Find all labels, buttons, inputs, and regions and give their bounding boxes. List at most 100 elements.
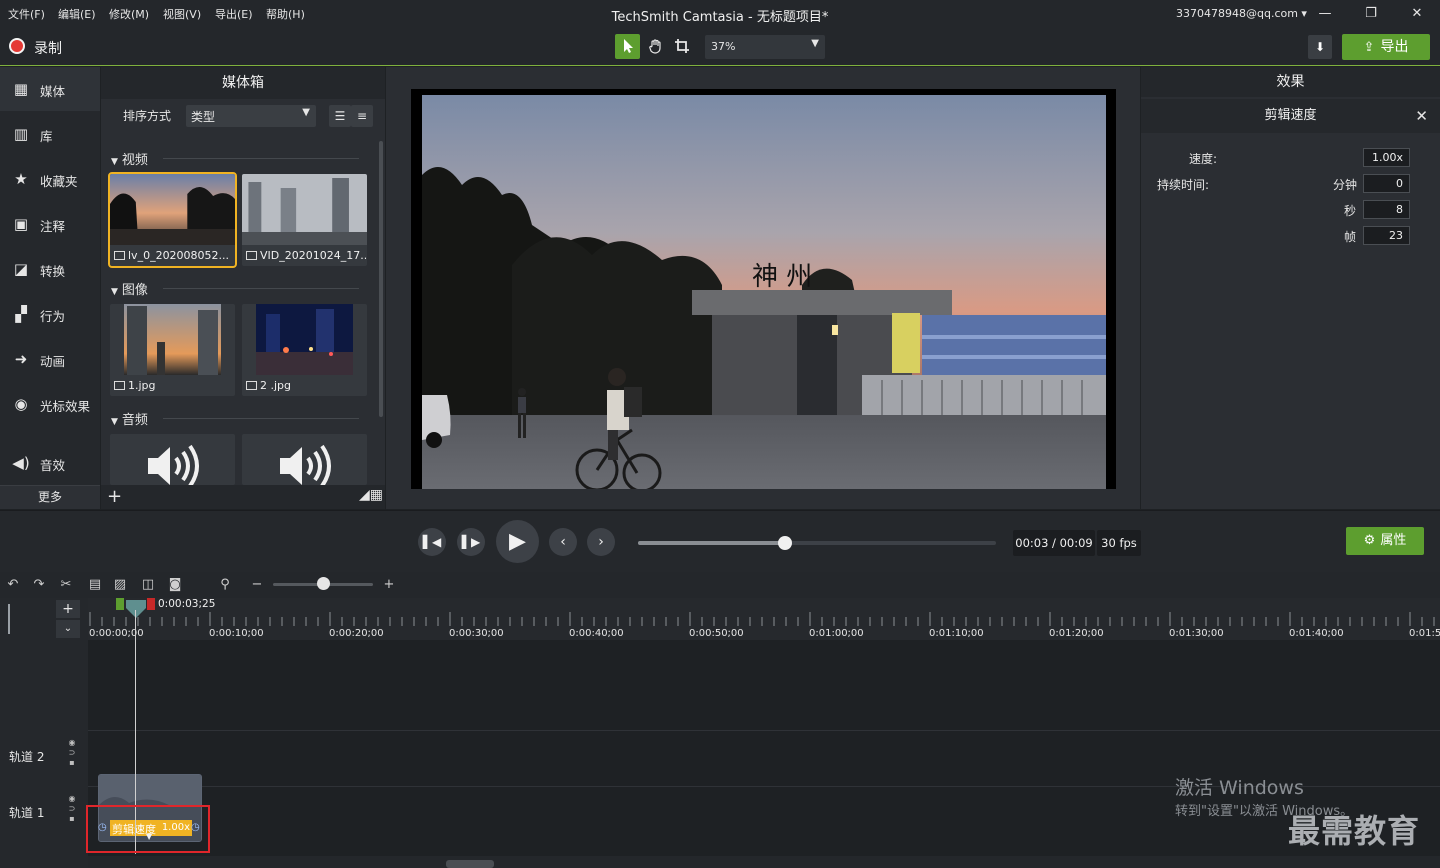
image-icon xyxy=(246,381,257,390)
properties-button[interactable]: ⚙ 属性 xyxy=(1346,527,1424,555)
restore-icon[interactable]: ❐ xyxy=(1358,4,1384,24)
add-media-button[interactable]: + xyxy=(107,486,122,507)
media-caption: VID_20201024_17... xyxy=(246,249,366,262)
pan-tool-button[interactable] xyxy=(643,34,668,59)
media-video-1[interactable]: lv_0_202008052... xyxy=(108,172,237,268)
pointer-icon xyxy=(623,39,633,53)
menu-help[interactable]: 帮助(H) xyxy=(266,6,305,22)
timeline-scrollbar-track[interactable] xyxy=(88,856,1440,868)
effect-header: 剪辑速度 ✕ xyxy=(1141,99,1440,133)
nav-item-library[interactable]: ▥ 库 xyxy=(0,112,100,156)
tick-label: 0:01:40;00 xyxy=(1289,628,1344,639)
export-button[interactable]: ⇪ 导出 xyxy=(1342,34,1430,60)
next-clip-button[interactable]: › xyxy=(587,528,615,556)
grid-view-icon[interactable]: ◢▦ xyxy=(351,487,383,507)
media-audio-1[interactable] xyxy=(110,434,235,485)
track-2-controls[interactable]: ◉ ⊃ ▪ xyxy=(66,738,78,768)
selection-end-marker[interactable] xyxy=(147,598,155,610)
track-1-name[interactable]: 轨道 1 xyxy=(9,804,44,821)
media-audio-2[interactable] xyxy=(242,434,367,485)
menu-edit[interactable]: 编辑(E) xyxy=(58,6,96,22)
media-bin-scrollbar[interactable] xyxy=(379,141,383,417)
seconds-input[interactable]: 8 xyxy=(1363,200,1410,219)
collapse-tracks-button[interactable]: ⌄ xyxy=(56,620,80,638)
record-icon[interactable] xyxy=(9,38,25,54)
audio-effect-icon: ◀) xyxy=(12,454,30,472)
gear-icon: ⚙ xyxy=(1363,533,1376,548)
section-image[interactable]: ▼ 图像 xyxy=(111,279,148,298)
star-icon: ★ xyxy=(14,170,28,188)
split-icon[interactable]: ◫ xyxy=(139,576,157,594)
nav-item-favorites[interactable]: ★ 收藏夹 xyxy=(0,157,100,201)
paste-icon[interactable]: ▨ xyxy=(111,576,129,594)
nav-item-animations[interactable]: ➜ 动画 xyxy=(0,337,100,381)
details-view-button[interactable]: ☰ xyxy=(329,105,351,127)
scrubber-track[interactable] xyxy=(638,536,996,550)
play-button[interactable]: ▶ xyxy=(496,520,539,563)
copy-icon[interactable]: ▤ xyxy=(86,576,104,594)
timeline-scrollbar-thumb[interactable] xyxy=(446,860,494,868)
zoom-in-icon[interactable]: + xyxy=(380,576,398,594)
crop-tool-button[interactable] xyxy=(669,34,694,59)
snapshot-icon[interactable]: ◙ xyxy=(166,576,184,594)
zoom-out-icon[interactable]: − xyxy=(248,576,266,594)
canvas[interactable]: 神 州 xyxy=(411,89,1116,489)
scrubber-handle[interactable] xyxy=(777,536,792,550)
media-caption: 1.jpg xyxy=(114,379,234,392)
video-frame[interactable]: 神 州 xyxy=(422,95,1106,489)
select-tool-button[interactable] xyxy=(615,34,640,59)
list-icon: ☰ xyxy=(334,109,346,123)
media-icon: ▦ xyxy=(13,80,29,98)
section-video[interactable]: ▼ 视频 xyxy=(111,149,148,168)
playhead-handle[interactable] xyxy=(126,600,146,618)
account-menu[interactable]: 3370478948@qq.com ▾ xyxy=(1176,7,1307,20)
track-2-name[interactable]: 轨道 2 xyxy=(9,748,44,765)
zoom-icon[interactable]: ⚲ xyxy=(216,576,234,594)
seconds-label: 秒 xyxy=(1344,204,1357,218)
nav-item-transitions[interactable]: ◪ 转换 xyxy=(0,247,100,291)
step-back-button[interactable]: ▌◀ xyxy=(418,528,446,556)
selection-start-marker[interactable] xyxy=(116,598,124,610)
nav-item-annotations[interactable]: ▣ 注释 xyxy=(0,202,100,246)
track-1-controls[interactable]: ◉ ⊃ ▪ xyxy=(66,794,78,824)
duration-label: 持续时间: xyxy=(1157,178,1210,192)
previous-clip-button[interactable]: ‹ xyxy=(549,528,577,556)
timeline-zoom-handle[interactable] xyxy=(317,577,330,590)
timeline-ruler[interactable]: 0:00:00;00 0:00:10;00 0:00:20;00 0:00:30;00… xyxy=(88,598,1440,640)
time-display: 00:03 / 00:09 xyxy=(1013,530,1095,556)
section-audio[interactable]: ▼ 音频 xyxy=(111,409,148,428)
menu-view[interactable]: 视图(V) xyxy=(163,6,201,22)
media-video-2[interactable]: VID_20201024_17... xyxy=(242,174,367,266)
step-forward-button[interactable]: ▌▶ xyxy=(457,528,485,556)
minutes-input[interactable]: 0 xyxy=(1363,174,1410,193)
nav-item-audio-effects[interactable]: ◀) 音效 xyxy=(0,441,100,485)
more-button[interactable]: 更多 xyxy=(0,485,100,509)
nav-item-cursor-effects[interactable]: ◉ 光标效果 xyxy=(0,382,100,426)
nav-label: 光标效果 xyxy=(40,399,91,414)
add-track-button[interactable]: + xyxy=(56,600,80,618)
media-image-1[interactable]: 1.jpg xyxy=(110,304,235,396)
sort-dropdown[interactable]: 类型 ▼ xyxy=(186,105,316,127)
fps-display[interactable]: 30 fps xyxy=(1097,530,1141,556)
media-image-2[interactable]: 2 .jpg xyxy=(242,304,367,396)
animation-icon: ➜ xyxy=(14,350,28,368)
nav-item-behaviors[interactable]: ▞ 行为 xyxy=(0,292,100,336)
nav-item-media[interactable]: ▦ 媒体 xyxy=(0,67,100,111)
magnet-icon[interactable] xyxy=(8,604,14,634)
download-button[interactable]: ⬇ xyxy=(1308,35,1332,59)
section-label: 视频 xyxy=(121,153,148,168)
cut-icon[interactable]: ✂ xyxy=(57,576,75,594)
redo-icon[interactable]: ↷ xyxy=(30,576,48,594)
undo-icon[interactable]: ↶ xyxy=(4,576,22,594)
minimize-icon[interactable]: — xyxy=(1312,4,1338,24)
frames-input[interactable]: 23 xyxy=(1363,226,1410,245)
menu-export[interactable]: 导出(E) xyxy=(215,6,253,22)
menu-modify[interactable]: 修改(M) xyxy=(109,6,149,22)
close-icon[interactable]: ✕ xyxy=(1415,99,1428,133)
sort-order-button[interactable]: ≡ xyxy=(351,105,373,127)
speed-input[interactable]: 1.00x xyxy=(1363,148,1410,167)
close-icon[interactable]: ✕ xyxy=(1404,4,1430,24)
menu-file[interactable]: 文件(F) xyxy=(8,6,45,22)
record-button[interactable]: 录制 xyxy=(34,38,62,58)
zoom-dropdown[interactable]: 37% ▼ xyxy=(705,35,825,59)
